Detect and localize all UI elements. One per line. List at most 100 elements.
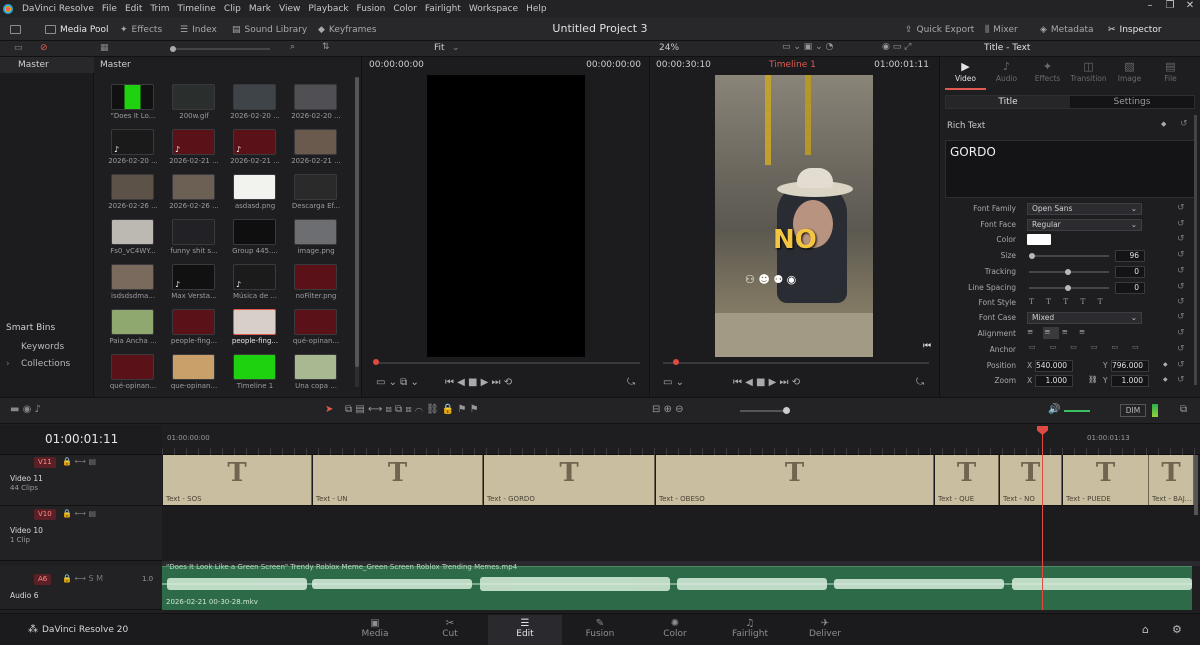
- inspector-tab-file[interactable]: ▤ File: [1150, 60, 1191, 90]
- menu-fairlight[interactable]: Fairlight: [421, 4, 465, 14]
- reset-icon[interactable]: ↺: [1177, 234, 1185, 244]
- track-badge-a6[interactable]: A6: [34, 574, 52, 585]
- media-clip-thumbnail[interactable]: [233, 309, 276, 335]
- menu-playback[interactable]: Playback: [304, 4, 352, 14]
- search-icon[interactable]: ⌕: [290, 42, 295, 52]
- home-icon[interactable]: ⌂: [1142, 623, 1149, 636]
- media-clip-thumbnail[interactable]: [294, 309, 337, 335]
- media-clip-thumbnail[interactable]: [294, 174, 337, 200]
- reset-icon[interactable]: ↺: [1177, 360, 1185, 370]
- timeline-view-options-icon[interactable]: ▬ ◉ ♪: [10, 404, 41, 415]
- page-tab-deliver[interactable]: ✈ Deliver: [788, 615, 862, 645]
- media-clip-thumbnail[interactable]: [172, 174, 215, 200]
- edit-tools-icons[interactable]: ⧉ ▤ ⟷ ⧈ ⧉ ⧈ ⌒ ⛓ 🔒 ⚑ ⚑: [345, 404, 479, 415]
- timeline-text-clip[interactable]: T Text - QUE: [935, 455, 999, 505]
- reset-icon[interactable]: ↺: [1177, 219, 1185, 229]
- position-y-input[interactable]: 796.000: [1111, 360, 1149, 372]
- effects-button[interactable]: ✦ Effects: [120, 18, 162, 41]
- reset-icon[interactable]: ↺: [1177, 250, 1185, 260]
- track-controls-icons[interactable]: 🔒 ⟷ S M: [62, 574, 103, 583]
- media-clip-thumbnail[interactable]: [111, 84, 154, 110]
- zoom-y-input[interactable]: 1.000: [1111, 375, 1149, 387]
- bin-keywords[interactable]: Keywords: [21, 342, 64, 352]
- alignment-buttons[interactable]: ≡≡≡≡: [1027, 327, 1096, 336]
- zoom-dropdown[interactable]: 24%: [659, 43, 679, 53]
- tracking-input[interactable]: 0: [1115, 266, 1145, 278]
- media-clip-thumbnail[interactable]: [294, 354, 337, 380]
- reset-icon[interactable]: ↺: [1177, 297, 1185, 307]
- font-family-dropdown[interactable]: Open Sans ⌄: [1027, 203, 1142, 215]
- media-clip-thumbnail[interactable]: [233, 174, 276, 200]
- keyframe-diamond-icon[interactable]: ◆: [1161, 120, 1166, 128]
- timeline-zoom-knob[interactable]: [783, 407, 790, 414]
- settings-gear-icon[interactable]: ⚙: [1172, 623, 1182, 636]
- reset-icon[interactable]: ↺: [1177, 344, 1185, 354]
- media-clip-thumbnail[interactable]: ♪: [111, 129, 154, 155]
- list-view-icon[interactable]: ▭: [14, 43, 23, 53]
- page-tab-edit[interactable]: ☰ Edit: [488, 615, 562, 645]
- link-icon[interactable]: ⛓: [1088, 375, 1098, 384]
- anchor-buttons[interactable]: ▭▭▭▭▭▭: [1029, 343, 1153, 351]
- media-clip-thumbnail[interactable]: [111, 219, 154, 245]
- media-clip-thumbnail[interactable]: [294, 264, 337, 290]
- grid-view-icon[interactable]: ▦: [100, 43, 109, 53]
- dim-button[interactable]: DIM: [1120, 404, 1146, 417]
- font-case-dropdown[interactable]: Mixed ⌄: [1027, 312, 1142, 324]
- bin-master[interactable]: Master: [0, 57, 94, 73]
- mixer-button[interactable]: ⫼ Mixer: [985, 18, 1018, 41]
- media-clip-thumbnail[interactable]: ♪: [172, 264, 215, 290]
- keyframe-diamond-icon[interactable]: ◆: [1163, 376, 1168, 383]
- reset-icon[interactable]: ↺: [1180, 119, 1188, 129]
- track-badge-v10[interactable]: V10: [34, 509, 56, 520]
- page-tab-fairlight[interactable]: ♫ Fairlight: [713, 615, 787, 645]
- font-style-buttons[interactable]: TTTTT: [1029, 297, 1115, 306]
- reset-icon[interactable]: ↺: [1177, 203, 1185, 213]
- page-tab-cut[interactable]: ✂ Cut: [413, 615, 487, 645]
- source-frame[interactable]: [427, 75, 585, 357]
- subtab-title[interactable]: Title: [946, 96, 1070, 108]
- metadata-button[interactable]: ◈ Metadata: [1040, 18, 1094, 41]
- timeline-text-clip[interactable]: T Text - GORDO: [484, 455, 655, 505]
- media-clip-thumbnail[interactable]: [294, 84, 337, 110]
- size-slider[interactable]: [1029, 255, 1109, 257]
- media-clip-thumbnail[interactable]: [111, 174, 154, 200]
- tracking-slider-knob[interactable]: [1065, 269, 1071, 275]
- media-clip-thumbnail[interactable]: [172, 84, 215, 110]
- menu-timeline[interactable]: Timeline: [174, 4, 220, 14]
- media-clip-thumbnail[interactable]: ♪: [233, 264, 276, 290]
- source-transport-controls[interactable]: ⏮ ◀ ■ ▶ ⏭ ⟲: [445, 377, 512, 388]
- menu-davinci[interactable]: DaVinci Resolve: [18, 4, 98, 14]
- menu-color[interactable]: Color: [389, 4, 421, 14]
- audio-clip[interactable]: "Does It Look Like a Green Screen" Trend…: [162, 563, 1192, 610]
- menu-file[interactable]: File: [98, 4, 121, 14]
- timeline-scrollbar[interactable]: [1194, 455, 1198, 515]
- timeline-view-icon[interactable]: ▭ ⌄: [663, 377, 684, 388]
- source-playhead[interactable]: [373, 359, 379, 365]
- inspector-tab-transition[interactable]: ◫ Transition: [1068, 60, 1109, 90]
- position-x-input[interactable]: 540.000: [1035, 360, 1073, 372]
- keyframes-button[interactable]: ◆ Keyframes: [318, 18, 377, 41]
- media-clip-thumbnail[interactable]: [111, 309, 154, 335]
- timeline-scrubber-playhead[interactable]: [673, 359, 679, 365]
- reset-icon[interactable]: ↺: [1177, 328, 1185, 338]
- restore-icon[interactable]: ❐: [1160, 0, 1180, 11]
- page-tab-color[interactable]: ✺ Color: [638, 615, 712, 645]
- skip-end-icon[interactable]: ⏮: [923, 341, 931, 351]
- rich-text-editor[interactable]: GORDO: [945, 140, 1195, 198]
- program-frame[interactable]: NO ⚇ ☻ ⚉ ◉: [715, 75, 873, 357]
- chevron-right-icon[interactable]: ›: [6, 359, 10, 369]
- menu-trim[interactable]: Trim: [146, 4, 173, 14]
- media-pool-button[interactable]: Media Pool: [45, 18, 109, 41]
- reset-icon[interactable]: ↺: [1177, 282, 1185, 292]
- inspector-tab-audio[interactable]: ♪ Audio: [986, 60, 1027, 90]
- timeline-text-clip[interactable]: T Text - PUEDE: [1063, 455, 1149, 505]
- page-tab-fusion[interactable]: ✎ Fusion: [563, 615, 637, 645]
- quick-export-button[interactable]: ⇪ Quick Export: [905, 18, 974, 41]
- line-spacing-input[interactable]: 0: [1115, 282, 1145, 294]
- media-clip-thumbnail[interactable]: [233, 219, 276, 245]
- media-clip-thumbnail[interactable]: [233, 354, 276, 380]
- sort-icon[interactable]: ⇅: [322, 42, 330, 52]
- source-scrubber[interactable]: [374, 362, 640, 364]
- inspector-button[interactable]: ✂ Inspector: [1108, 18, 1162, 41]
- keyframe-diamond-icon[interactable]: ◆: [1163, 361, 1168, 368]
